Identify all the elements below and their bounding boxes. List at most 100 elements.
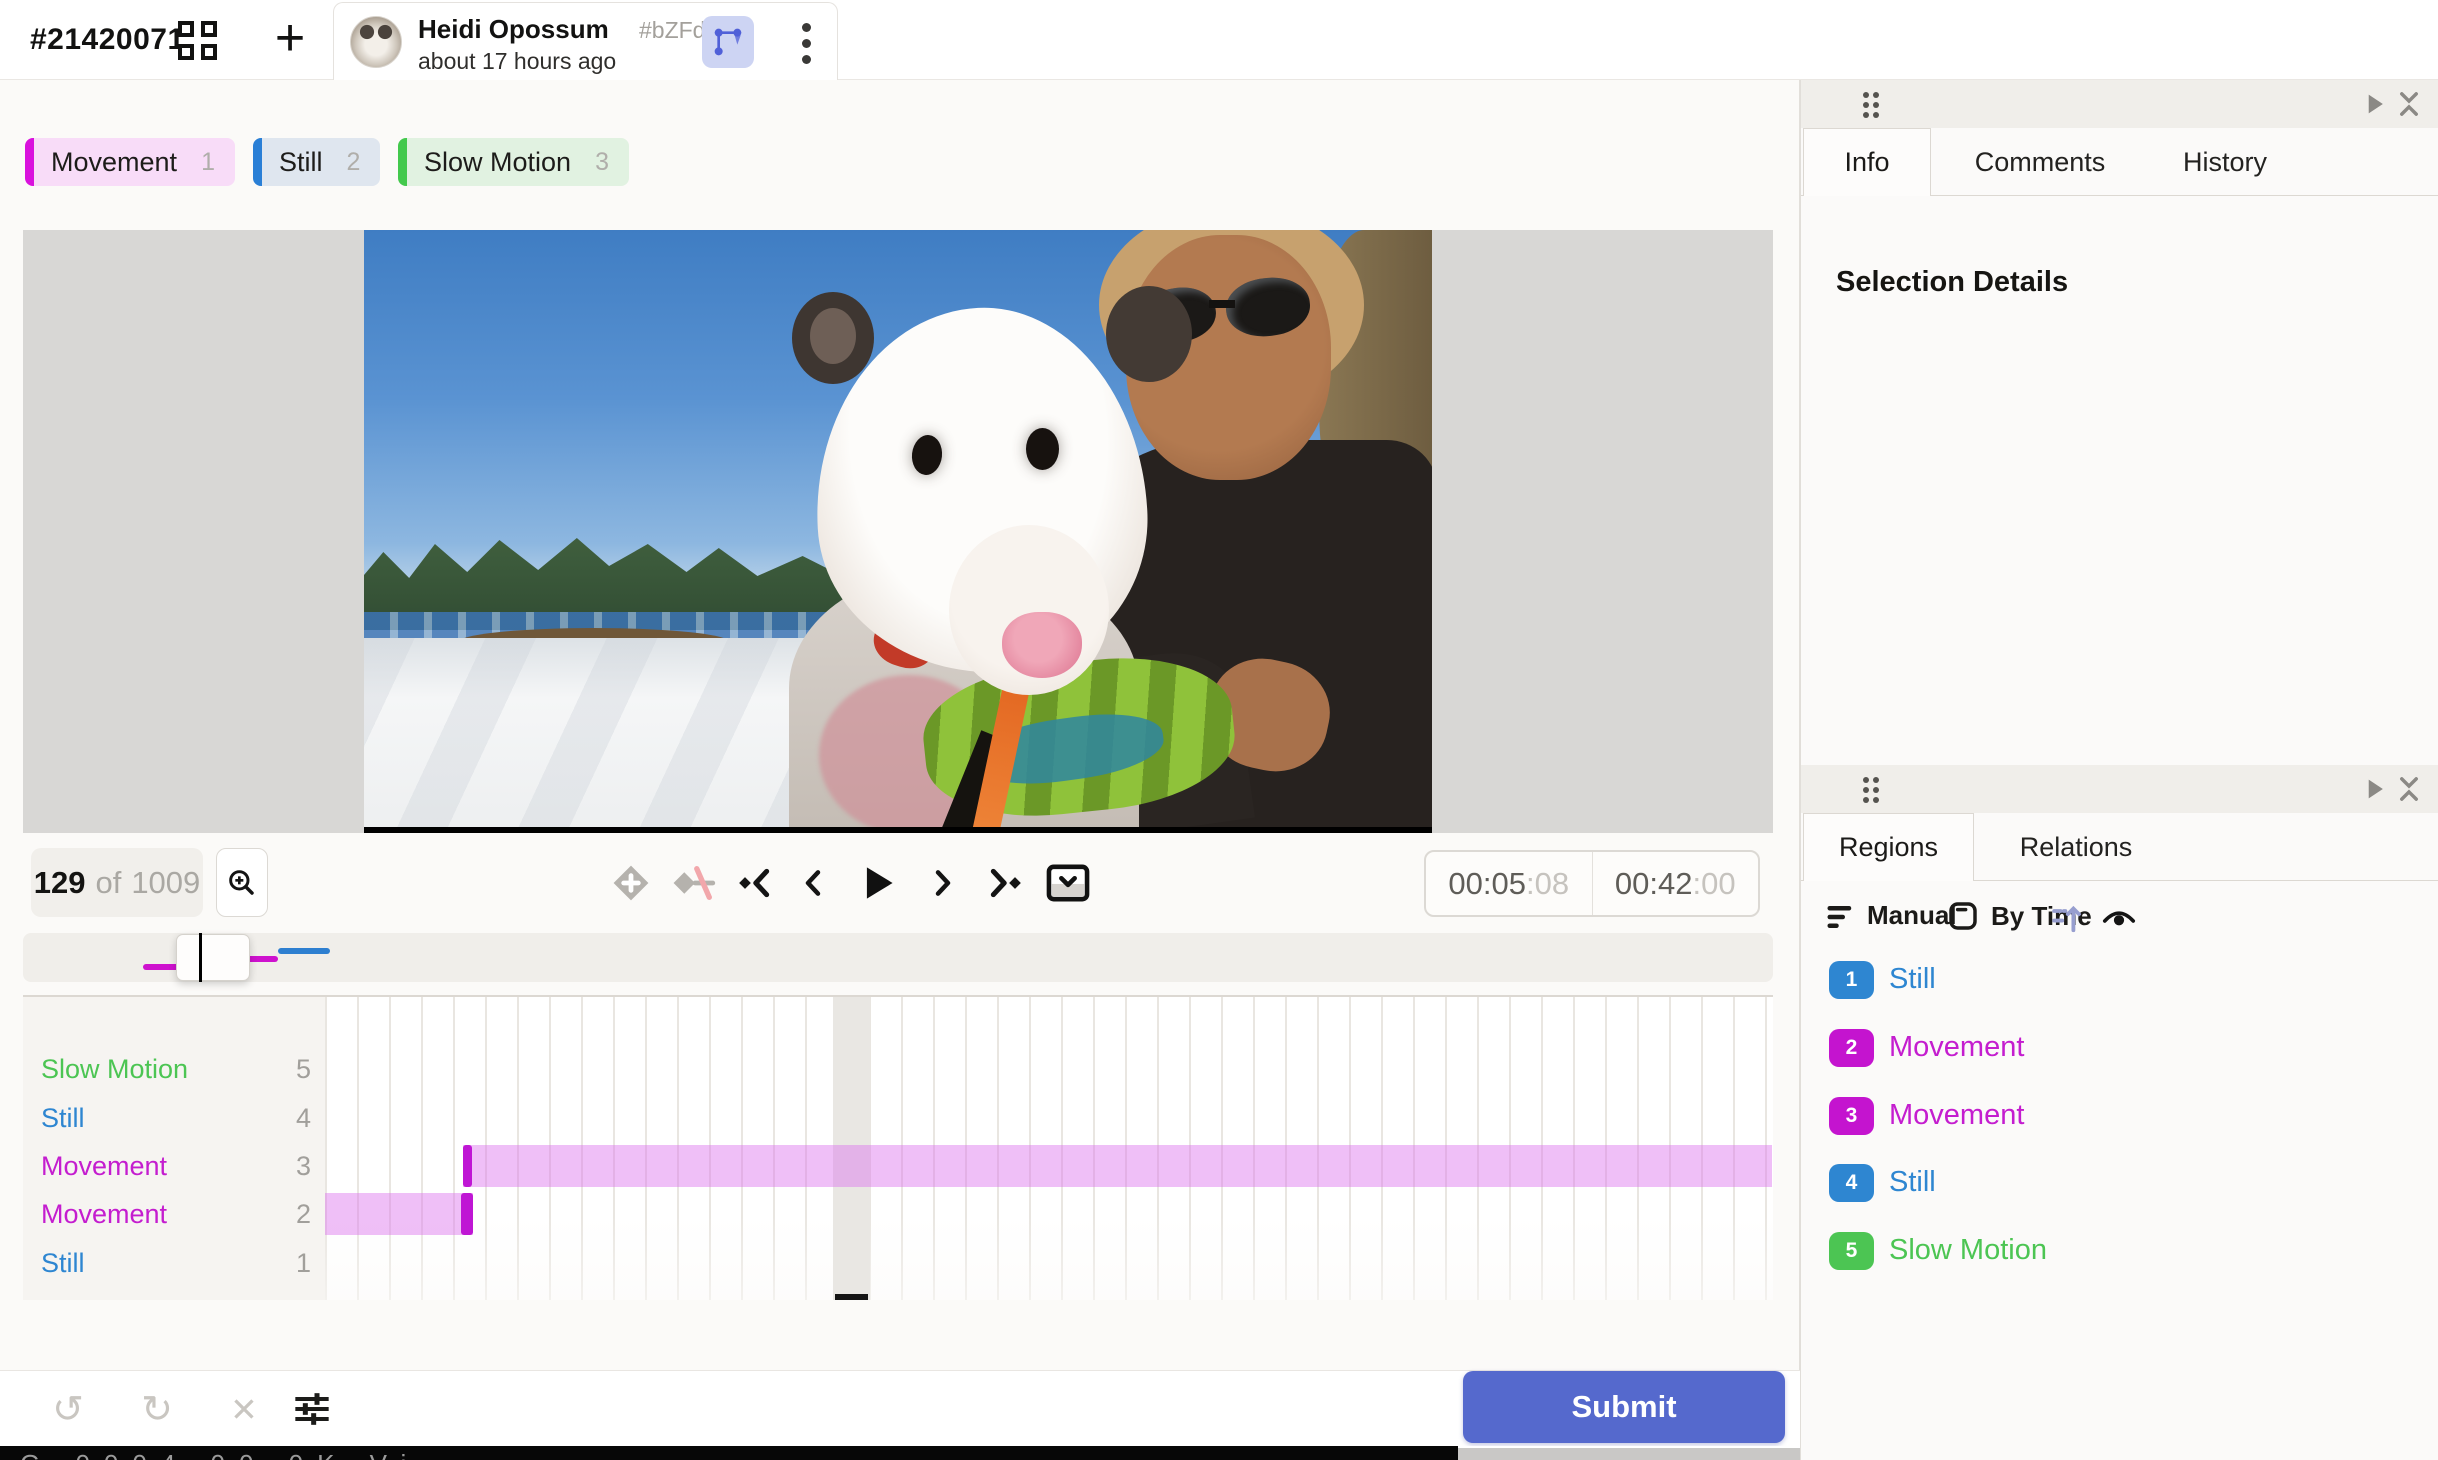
label-name: Still <box>279 146 323 177</box>
label-color-bar <box>398 138 407 186</box>
collapse-panel-icon[interactable] <box>2397 776 2421 807</box>
track-label-1[interactable]: Still 1 <box>23 1241 325 1285</box>
submit-button[interactable]: Submit <box>1463 1371 1785 1443</box>
region-list-item[interactable]: 3 Movement <box>1801 1097 2438 1155</box>
opossum-right-eye <box>1026 428 1059 470</box>
annotation-tab[interactable]: Heidi Opossum #bZFdO about 17 hours ago <box>333 2 838 81</box>
play-icon <box>866 867 893 899</box>
add-annotation-button[interactable]: + <box>262 2 318 78</box>
zoom-in-button[interactable] <box>216 848 268 917</box>
grouping-label: Manual <box>1867 900 1957 930</box>
timeline-track-labels: Slow Motion 5 Still 4 Movement 3 Movemen… <box>23 997 325 1300</box>
track-label-4[interactable]: Still 4 <box>23 1096 325 1140</box>
region-label: Slow Motion <box>1889 1234 2047 1266</box>
regions-toolbar: Manual By Time <box>1801 892 2438 944</box>
grid-view-icon[interactable] <box>178 21 218 61</box>
top-bar: #21420071 + Heidi Opossum #bZFdO about 1… <box>0 0 2438 81</box>
region-label: Still <box>1889 963 1936 995</box>
previous-frame-button[interactable] <box>795 862 831 904</box>
detach-panel-icon[interactable] <box>2365 778 2385 805</box>
frame-counter[interactable]: 129 of 1009 <box>31 848 203 917</box>
timeline-minimap[interactable] <box>23 933 1773 982</box>
region-label: Still <box>1889 1166 1936 1198</box>
tab-comments[interactable]: Comments <box>1935 128 2145 196</box>
timeline-region-bar-movement-3[interactable] <box>463 1145 1772 1187</box>
right-sidebar: Info Comments History Selection Details … <box>1800 80 2438 1460</box>
region-index-chip: 1 <box>1829 961 1874 999</box>
tab-info[interactable]: Info <box>1803 128 1931 196</box>
previous-keypoint-button[interactable] <box>733 862 777 904</box>
annotation-app: #21420071 + Heidi Opossum #bZFdO about 1… <box>0 0 2438 1460</box>
region-list-item[interactable]: 5 Slow Motion <box>1801 1232 2438 1290</box>
settings-sliders-icon[interactable] <box>286 1381 338 1437</box>
time-display: 00:05:08 00:42:00 <box>1424 850 1760 917</box>
opossum-right-ear <box>1106 286 1192 382</box>
label-name: Movement <box>51 146 178 177</box>
region-list-item[interactable]: 2 Movement <box>1801 1029 2438 1087</box>
sliders-icon <box>295 1393 329 1425</box>
label-hotkey: 1 <box>201 147 215 176</box>
prev-keypoint-icon <box>739 868 770 898</box>
next-keypoint-button[interactable] <box>983 862 1027 904</box>
collapse-timeline-button[interactable] <box>1044 862 1092 904</box>
prediction-badge[interactable] <box>702 16 754 68</box>
annotation-time: about 17 hours ago <box>418 48 617 74</box>
current-time[interactable]: 00:05:08 <box>1426 852 1593 915</box>
region-index-chip: 3 <box>1829 1097 1874 1135</box>
clipped-text: G 0004 00 0K Vi <box>20 1449 420 1460</box>
more-options-icon[interactable] <box>786 19 826 67</box>
regions-panel-header[interactable] <box>1801 765 2438 813</box>
redo-icon[interactable]: ↻ <box>131 1381 183 1437</box>
magnifier-plus-icon <box>229 869 254 895</box>
track-label-3[interactable]: Movement 3 <box>23 1144 325 1188</box>
sort-ascending-icon[interactable] <box>2051 904 2083 939</box>
collapse-panel-icon[interactable] <box>2397 91 2421 122</box>
user-name: Heidi Opossum <box>418 14 609 44</box>
total-frames: 1009 <box>131 864 201 900</box>
minimap-playhead[interactable] <box>199 933 202 982</box>
background-window-black-bar: G 0004 00 0K Vi <box>0 1446 1458 1460</box>
tab-regions[interactable]: Regions <box>1803 813 1974 881</box>
region-label: Movement <box>1889 1031 2025 1063</box>
minimap-region-still <box>278 948 330 954</box>
timeline-region-bar-movement-2[interactable] <box>325 1193 473 1235</box>
timeline-playhead-tick[interactable] <box>835 1294 868 1300</box>
task-id: #21420071 <box>30 23 185 56</box>
diamond-slash-icon <box>673 866 716 900</box>
frame-separator: of <box>95 864 122 900</box>
toggle-visibility-eye-icon[interactable] <box>2101 902 2137 939</box>
label-tag-slow-motion[interactable]: Slow Motion 3 <box>398 138 629 186</box>
timeline-region-keyframe[interactable] <box>461 1193 473 1235</box>
track-label-5[interactable]: Slow Motion 5 <box>23 1047 325 1091</box>
current-frame[interactable]: 129 <box>34 865 86 901</box>
track-label-2[interactable]: Movement 2 <box>23 1192 325 1236</box>
add-keypoint-button[interactable] <box>608 862 654 904</box>
timeline-region-keyframe[interactable] <box>463 1145 472 1187</box>
delete-icon[interactable]: ✕ <box>222 1381 266 1437</box>
drag-handle-icon[interactable] <box>1863 777 1885 803</box>
details-panel-header[interactable] <box>1801 80 2438 128</box>
tab-history[interactable]: History <box>2145 128 2305 196</box>
tab-relations[interactable]: Relations <box>1978 813 2174 881</box>
grouping-manual-dropdown[interactable]: Manual <box>1825 900 1957 931</box>
region-list-item[interactable]: 4 Still <box>1801 1164 2438 1222</box>
detach-panel-icon[interactable] <box>2365 93 2385 120</box>
filter-icon <box>1827 905 1852 928</box>
region-list-item[interactable]: 1 Still <box>1801 961 2438 1019</box>
label-tag-movement[interactable]: Movement 1 <box>25 138 235 186</box>
diamond-plus-icon <box>613 865 649 901</box>
label-color-bar <box>25 138 34 186</box>
next-frame-button[interactable] <box>925 862 961 904</box>
chevron-left-icon <box>805 870 821 896</box>
toggle-interpolation-button[interactable] <box>668 862 722 904</box>
video-player[interactable] <box>23 230 1773 833</box>
video-frame <box>364 230 1432 833</box>
drag-handle-icon[interactable] <box>1863 92 1885 118</box>
minimap-viewport[interactable] <box>176 934 250 981</box>
bottom-toolbar: ↺ ↻ ✕ Submit <box>0 1370 1800 1446</box>
region-index-chip: 5 <box>1829 1232 1874 1270</box>
avatar <box>350 16 402 68</box>
label-tag-still[interactable]: Still 2 <box>253 138 381 186</box>
play-button[interactable] <box>852 862 902 904</box>
undo-icon[interactable]: ↺ <box>42 1381 94 1437</box>
